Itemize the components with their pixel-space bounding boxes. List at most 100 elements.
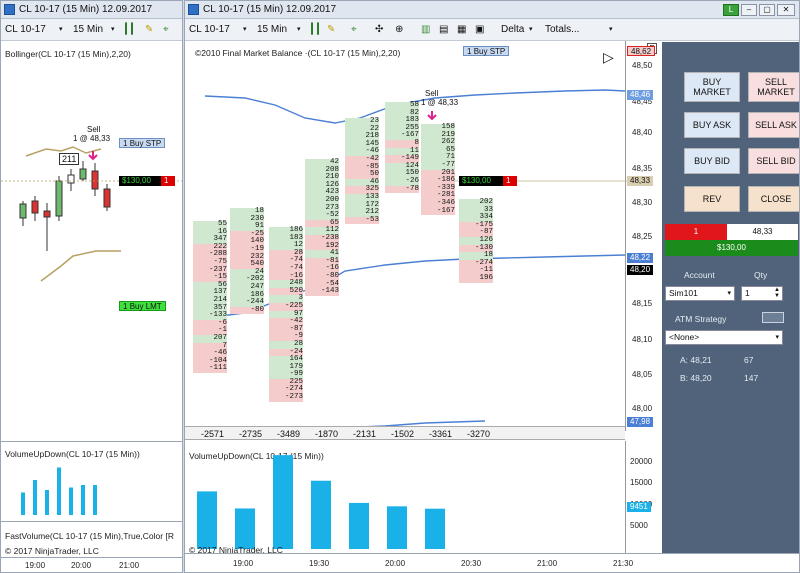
- time-tick: 19:00: [25, 561, 46, 570]
- pin-icon[interactable]: ⌖: [163, 19, 169, 41]
- chart-trader-panel: BUY MARKET SELL MARKET BUY ASK SELL ASK …: [662, 42, 799, 553]
- main-period-selector[interactable]: 15 Min: [257, 19, 287, 41]
- snapshot-icon[interactable]: ▣: [475, 19, 484, 41]
- buy-market-button[interactable]: BUY MARKET: [684, 72, 740, 102]
- main-pnl-qty[interactable]: 1: [503, 176, 517, 186]
- left-price-panel: [1, 146, 182, 282]
- axis-line: [625, 41, 626, 431]
- volume-bar: [311, 480, 331, 549]
- bar-type-icon[interactable]: ┃┃: [123, 19, 135, 41]
- main-chart-title: CL 10-17 (15 Min) 12.09.2017: [203, 4, 337, 15]
- left-buy-limit-order[interactable]: 1 Buy LMT: [119, 301, 166, 311]
- main-chart-titlebar[interactable]: CL 10-17 (15 Min) 12.09.2017 L – ▢ ✕: [185, 1, 799, 19]
- axis-line: [625, 441, 626, 553]
- left-copyright: © 2017 NinjaTrader, LLC: [5, 546, 99, 556]
- main-sell-detail: 1 @ 48,33: [421, 98, 459, 107]
- buy-ask-button[interactable]: BUY ASK: [684, 112, 740, 138]
- atm-strategy-label: ATM Strategy: [675, 314, 727, 324]
- qty-label: Qty: [754, 270, 768, 280]
- main-chart-window: CL 10-17 (15 Min) 12.09.2017 L – ▢ ✕ CL …: [184, 0, 800, 573]
- left-pnl-qty[interactable]: 1: [161, 176, 175, 186]
- volume-tick: 5000: [630, 521, 648, 530]
- chart-app-icon: [4, 4, 15, 15]
- stepper-arrows-icon[interactable]: ▲ ▼: [774, 287, 780, 299]
- buy-bid-button[interactable]: BUY BID: [684, 148, 740, 174]
- price-tick: 48,35: [632, 164, 653, 173]
- volume-tick: 15000: [630, 478, 653, 487]
- chevron-down-icon: ▾: [243, 26, 247, 33]
- volume-bar: [69, 487, 73, 515]
- main-sell-label: Sell: [425, 89, 439, 98]
- main-instrument-selector[interactable]: CL 10-17: [189, 19, 230, 41]
- delta-total: -3270: [467, 429, 491, 439]
- volume-tick: 20000: [630, 457, 653, 466]
- zoom-icon[interactable]: ⊕: [395, 19, 403, 41]
- delta-selector[interactable]: Delta: [501, 19, 524, 41]
- left-buy-limit-qty: 1: [123, 302, 128, 311]
- pencil-icon[interactable]: ✎: [327, 19, 335, 41]
- reverse-button[interactable]: REV: [684, 186, 740, 212]
- main-time-axis: 19:00 19:30 20:00 20:30 21:00 21:30: [185, 553, 799, 572]
- layout-icon[interactable]: ▦: [457, 19, 466, 41]
- time-tick: 21:30: [613, 559, 634, 568]
- volume-bar: [57, 467, 61, 515]
- left-buy-stop-order[interactable]: 1 Buy STP: [119, 138, 166, 148]
- time-tick: 19:30: [309, 559, 330, 568]
- footprint-ladder: 42 208 210 126 423 200 273 -52 65 112 -238 192 41 -81…: [305, 158, 339, 296]
- properties-icon[interactable]: ▤: [439, 19, 448, 41]
- price-mark-last: 48,33: [627, 176, 654, 186]
- left-instrument-selector[interactable]: CL 10-17: [5, 19, 46, 41]
- left-chart-titlebar[interactable]: CL 10-17 (15 Min) 12.09.2017: [1, 1, 182, 19]
- columns-icon[interactable]: ▥: [421, 19, 430, 41]
- volume-last-mark: 9451: [627, 502, 651, 512]
- left-buy-limit-label: Buy LMT: [129, 302, 162, 311]
- account-value: Sim101: [669, 288, 698, 298]
- price-mark-lower-band: 47,98: [627, 417, 654, 427]
- ladder-cell: -167: [421, 207, 455, 216]
- left-sell-detail: 1 @ 48,33: [73, 134, 111, 143]
- ladder-cell: -273: [269, 393, 303, 402]
- delta-total: -3361: [429, 429, 453, 439]
- left-period-selector[interactable]: 15 Min: [73, 19, 103, 41]
- price-mark-bid: 48,20: [627, 265, 654, 275]
- left-buy-stop-label: Buy STP: [129, 139, 162, 148]
- time-tick: 21:00: [537, 559, 558, 568]
- price-mark-top: 48,62: [627, 46, 656, 56]
- footprint-ladder: 58 82 183 255 -167 8 11 -149 124 150 -26 -78: [385, 101, 419, 194]
- totals-selector[interactable]: Totals...: [545, 19, 579, 41]
- volume-bar: [33, 480, 37, 515]
- main-volume-panel: [197, 455, 445, 549]
- pin-icon[interactable]: ⌖: [351, 19, 357, 41]
- atm-settings-button[interactable]: [762, 312, 784, 323]
- minimize-icon[interactable]: –: [741, 4, 757, 16]
- main-buy-stop-order[interactable]: 1 Buy STP: [463, 46, 510, 56]
- bar-type-icon[interactable]: ┃┃: [309, 19, 321, 41]
- sell-market-button[interactable]: SELL MARKET: [748, 72, 799, 102]
- left-chart-title: CL 10-17 (15 Min) 12.09.2017: [19, 4, 153, 15]
- chevron-down-icon: ▾: [111, 26, 115, 33]
- close-icon[interactable]: ✕: [777, 4, 795, 16]
- pencil-icon[interactable]: ✎: [145, 19, 153, 41]
- position-qty: 1: [665, 224, 727, 240]
- volume-bar: [81, 485, 85, 515]
- account-select[interactable]: Sim101 ▾: [665, 286, 735, 301]
- link-icon[interactable]: L: [723, 4, 739, 16]
- ladder-cell: -78: [385, 185, 419, 194]
- panel-divider: [1, 441, 182, 442]
- footprint-ladder: 202 33 334 -175 -87 126 -130 18 -274 -11 196: [459, 198, 493, 283]
- close-position-button[interactable]: CLOSE: [748, 186, 799, 212]
- atm-strategy-select[interactable]: <None> ▾: [665, 330, 783, 345]
- footprint-ladder: 18 230 91 -25 140 -19 232 540 24 -202 247 186 -244 -8…: [230, 207, 264, 315]
- volume-bar: [21, 492, 25, 515]
- maximize-icon[interactable]: ▢: [759, 4, 775, 16]
- sell-bid-button[interactable]: SELL BID: [748, 148, 799, 174]
- atm-strategy-value: <None>: [669, 332, 700, 342]
- panel-divider: [1, 521, 182, 522]
- left-price-tag: 211: [59, 153, 80, 165]
- sell-ask-button[interactable]: SELL ASK: [748, 112, 799, 138]
- delta-total: -1870: [315, 429, 339, 439]
- crosshair-icon[interactable]: ✣: [375, 19, 383, 41]
- ask-size: 67: [744, 355, 754, 365]
- chevron-down-icon: ▾: [727, 290, 731, 297]
- qty-stepper[interactable]: 1 ▲ ▼: [741, 286, 783, 301]
